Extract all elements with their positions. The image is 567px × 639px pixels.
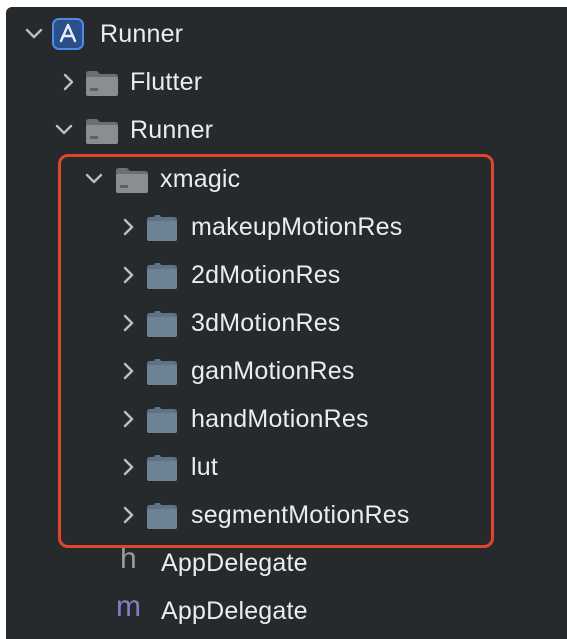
- tree-row-label: makeupMotionRes: [191, 213, 403, 241]
- tree-row-label: 3dMotionRes: [191, 309, 341, 337]
- tree-row-group-runner[interactable]: Runner: [6, 106, 567, 154]
- folder-icon: [86, 119, 118, 144]
- tree-row-bundle[interactable]: makeupMotionRes: [6, 203, 567, 251]
- tree-row-bundle[interactable]: 3dMotionRes: [6, 299, 567, 347]
- tree-row-label: handMotionRes: [191, 405, 369, 433]
- tree-row-project-runner[interactable]: Runner: [6, 10, 567, 58]
- tree-row-label: Flutter: [130, 68, 203, 96]
- folder-icon: [86, 71, 118, 96]
- tree-row-label: lut: [191, 453, 219, 481]
- tree-row-label: Runner: [100, 20, 184, 48]
- chevron-right-icon[interactable]: [118, 311, 138, 335]
- chevron-right-icon[interactable]: [118, 359, 138, 383]
- bundle-icon: [147, 215, 177, 241]
- chevron-right-icon[interactable]: [118, 503, 138, 527]
- chevron-right-icon[interactable]: [118, 263, 138, 287]
- bundle-icon: [147, 503, 177, 529]
- bundle-icon: [147, 455, 177, 481]
- bundle-icon: [147, 311, 177, 337]
- chevron-down-icon[interactable]: [54, 118, 74, 142]
- tree-row-label: AppDelegate: [161, 597, 308, 625]
- tree-row-label: 2dMotionRes: [191, 261, 341, 289]
- chevron-right-icon[interactable]: [118, 215, 138, 239]
- bundle-icon: [147, 407, 177, 433]
- xcode-project-icon: [52, 18, 84, 50]
- chevron-down-icon[interactable]: [84, 167, 104, 191]
- tree-row-label: ganMotionRes: [191, 357, 355, 385]
- header-file-icon: h: [120, 542, 137, 575]
- bundle-icon: [147, 359, 177, 385]
- tree-row-bundle[interactable]: 2dMotionRes: [6, 251, 567, 299]
- tree-row-label: segmentMotionRes: [191, 501, 410, 529]
- chevron-right-icon[interactable]: [58, 70, 78, 94]
- tree-row-group-xmagic[interactable]: xmagic: [6, 155, 567, 203]
- objc-file-icon: m: [116, 590, 141, 623]
- chevron-down-icon[interactable]: [24, 22, 44, 46]
- chevron-right-icon[interactable]: [118, 455, 138, 479]
- tree-row-bundle[interactable]: handMotionRes: [6, 395, 567, 443]
- tree-row-label: AppDelegate: [161, 549, 308, 577]
- bundle-icon: [147, 263, 177, 289]
- tree-row-bundle[interactable]: ganMotionRes: [6, 347, 567, 395]
- tree-row-file[interactable]: h AppDelegate: [6, 539, 567, 587]
- tree-row-label: Runner: [130, 116, 214, 144]
- tree-row-group-flutter[interactable]: Flutter: [6, 58, 567, 106]
- folder-icon: [116, 168, 148, 193]
- chevron-right-icon[interactable]: [118, 407, 138, 431]
- tree-row-bundle[interactable]: segmentMotionRes: [6, 491, 567, 539]
- tree-row-label: xmagic: [160, 165, 241, 193]
- tree-row-bundle[interactable]: lut: [6, 443, 567, 491]
- tree-row-file[interactable]: m AppDelegate: [6, 587, 567, 635]
- project-navigator: Runner Flutter Runner xmagic makeupMotio…: [6, 7, 567, 639]
